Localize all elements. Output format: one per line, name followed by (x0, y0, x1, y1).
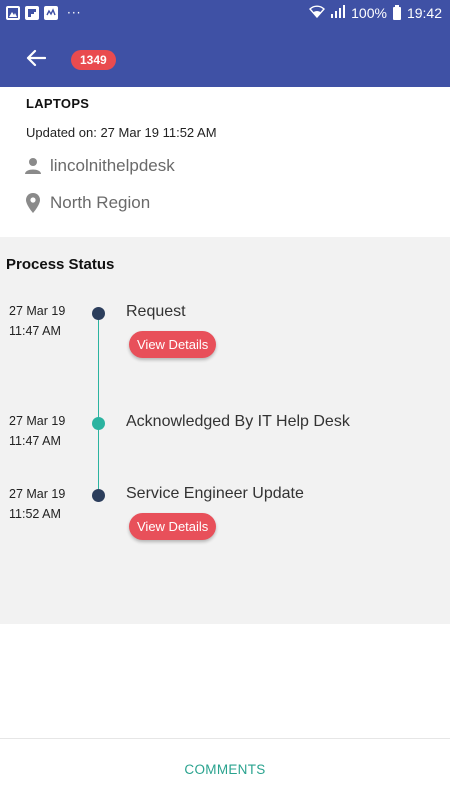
back-button[interactable] (20, 42, 52, 74)
signal-icon (331, 5, 346, 21)
step-date: 27 Mar 19 11:47 AM (9, 411, 65, 451)
timeline-connector (98, 319, 99, 423)
step-label: Request (126, 303, 186, 320)
arrow-left-icon (26, 49, 46, 67)
username: lincolnithelpdesk (50, 156, 175, 175)
mail-app-icon (44, 6, 58, 20)
step-date-day: 27 Mar 19 (9, 487, 66, 501)
user-row: lincolnithelpdesk (24, 156, 175, 176)
updated-timestamp: Updated on: 27 Mar 19 11:52 AM (26, 125, 217, 140)
region: North Region (50, 193, 151, 212)
notification-icons: ··· (6, 6, 81, 20)
status-right: 100% 19:42 (309, 4, 442, 21)
step-label: Acknowledged By IT Help Desk (126, 413, 350, 430)
timeline-connector (98, 429, 99, 495)
status-bar: ··· 100% 19:42 (0, 0, 450, 28)
region-row: North Region (24, 193, 150, 213)
person-icon (24, 156, 42, 176)
flipboard-icon (25, 6, 39, 20)
ticket-category: LAPTOPS (26, 96, 90, 111)
battery-icon (392, 4, 401, 20)
ticket-number-badge: 1349 (71, 50, 116, 70)
clock: 19:42 (406, 5, 442, 21)
process-status-panel: Process Status 27 Mar 19 11:47 AM Reques… (0, 237, 450, 624)
overflow-indicator: ··· (67, 6, 82, 20)
step-date-time: 11:47 AM (9, 434, 61, 448)
location-pin-icon (24, 193, 42, 213)
view-details-button[interactable]: View Details (129, 331, 217, 358)
timeline-dot (92, 417, 105, 430)
process-status-title: Process Status (6, 256, 115, 273)
step-date-time: 11:47 AM (9, 324, 61, 338)
timeline-dot (92, 489, 105, 502)
ticket-info: LAPTOPS Updated on: 27 Mar 19 11:52 AM l… (0, 87, 450, 237)
app-bar: 1349 (0, 28, 450, 87)
step-label: Service Engineer Update (126, 485, 304, 502)
timeline-dot (92, 307, 105, 320)
battery-percent: 100% (351, 5, 387, 21)
step-date: 27 Mar 19 11:52 AM (9, 484, 65, 524)
step-date: 27 Mar 19 11:47 AM (9, 301, 65, 341)
wifi-icon (309, 5, 326, 21)
step-date-day: 27 Mar 19 (9, 304, 66, 318)
step-date-day: 27 Mar 19 (9, 414, 66, 428)
step-date-time: 11:52 AM (9, 507, 61, 521)
view-details-button[interactable]: View Details (129, 513, 217, 540)
gallery-icon (6, 6, 20, 20)
comments-button[interactable]: COMMENTS (0, 739, 450, 800)
